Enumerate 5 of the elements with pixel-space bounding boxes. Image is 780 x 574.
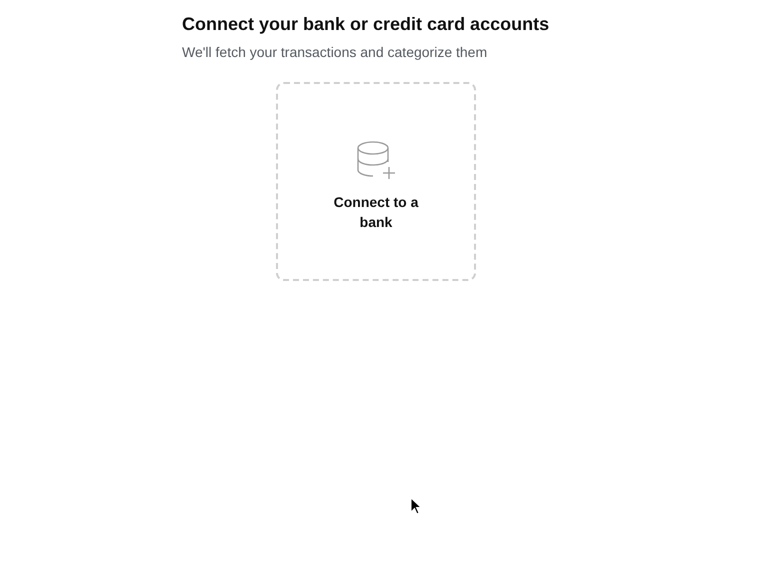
page-subtitle: We'll fetch your transactions and categorize them (182, 43, 488, 62)
mouse-pointer-icon (410, 497, 422, 515)
connect-bank-button[interactable]: Connect to a bank (276, 82, 476, 281)
database-plus-icon (356, 140, 396, 180)
page-title: Connect your bank or credit card accounts (182, 13, 550, 36)
